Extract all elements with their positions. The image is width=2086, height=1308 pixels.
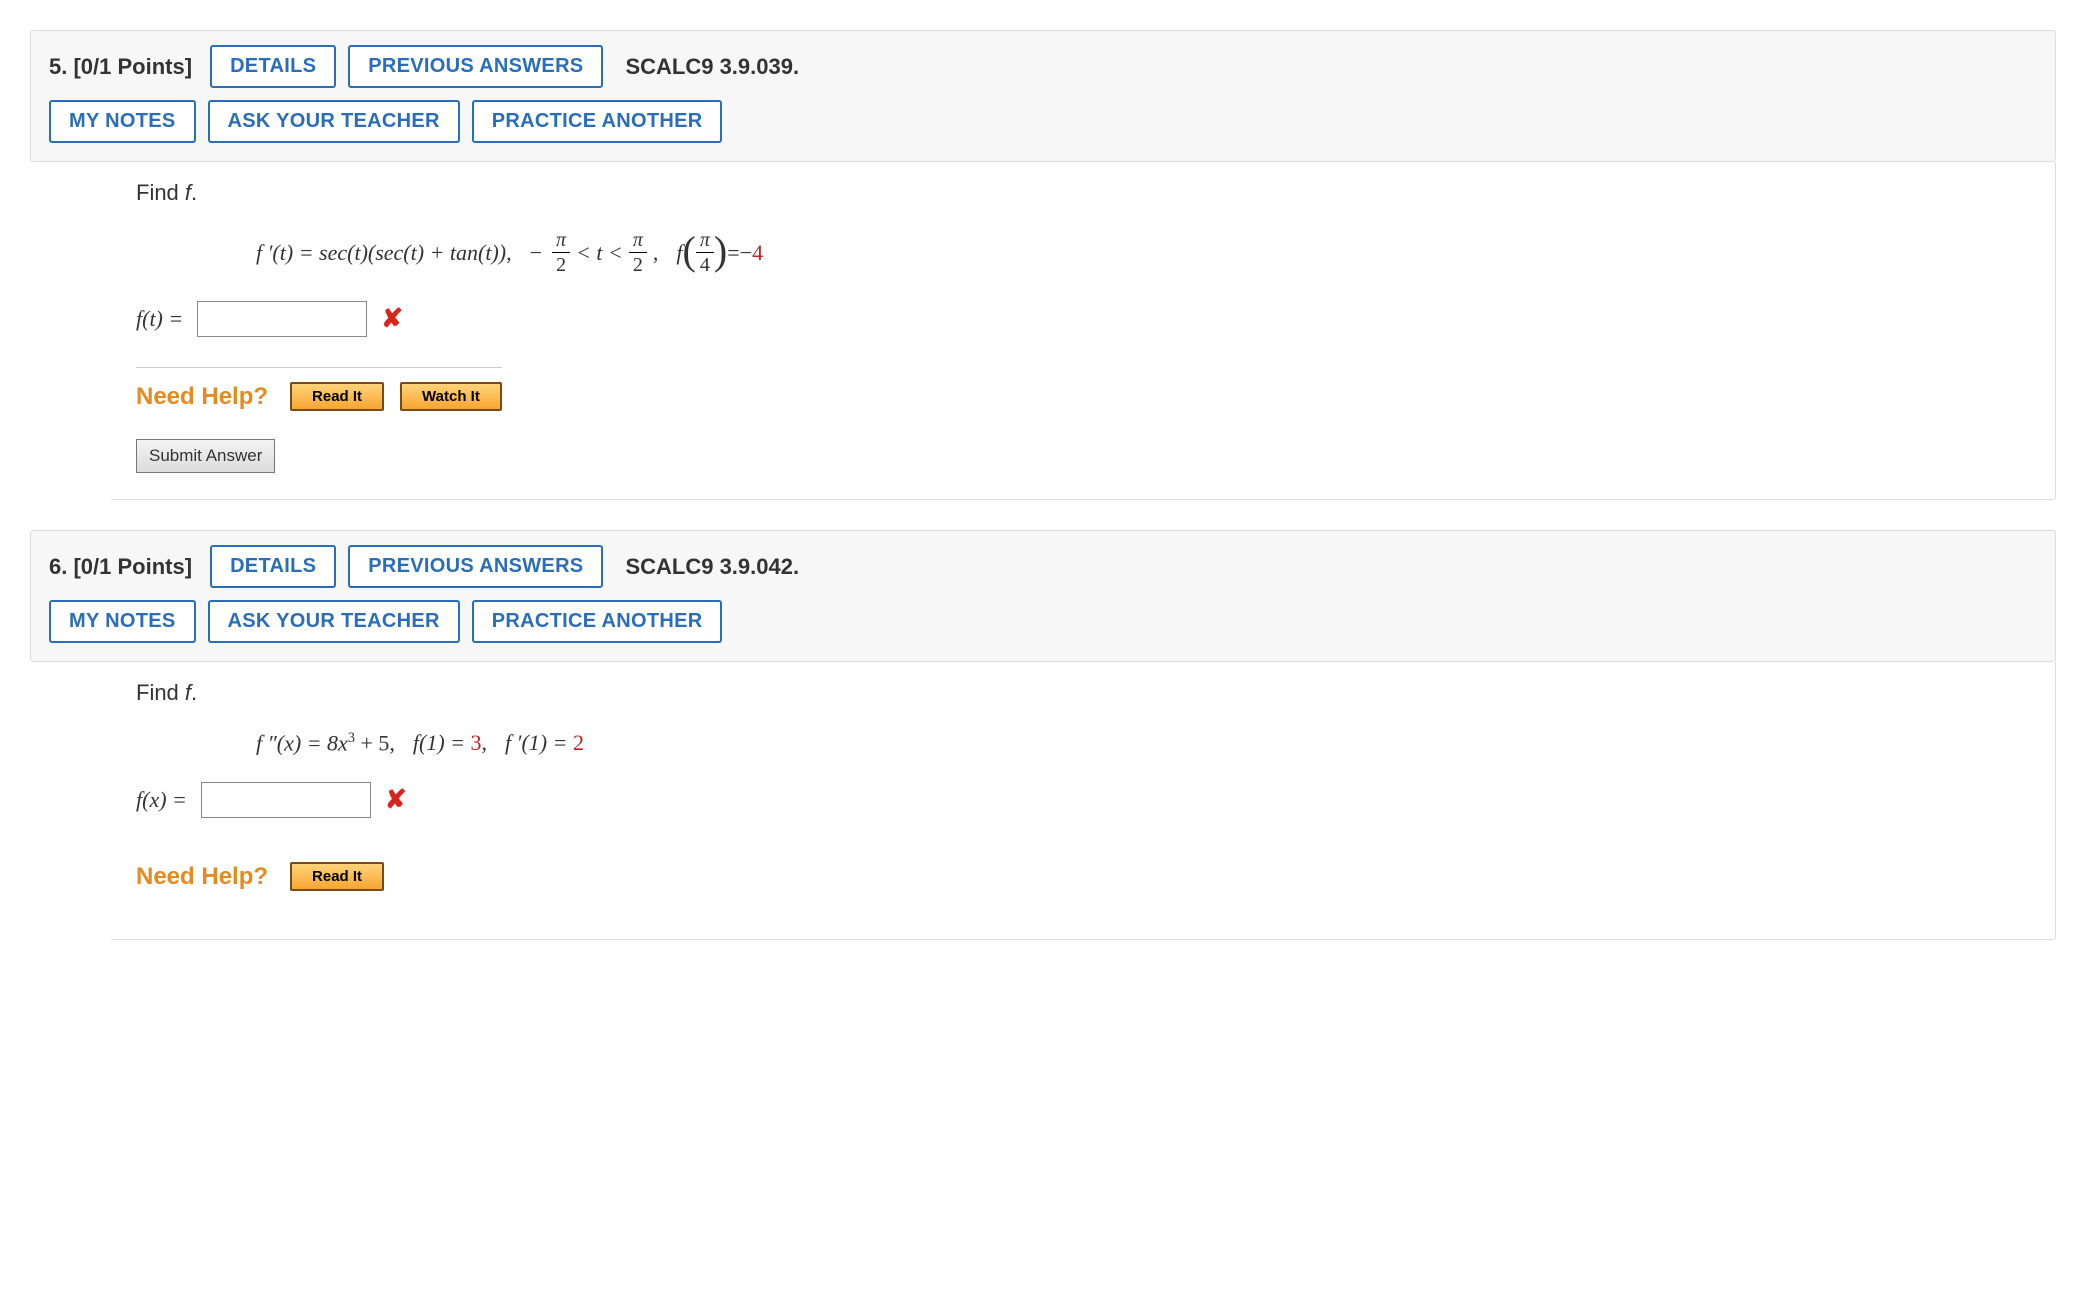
answer-input[interactable] [197,301,367,337]
question-5: 5. [0/1 Points] DETAILS PREVIOUS ANSWERS… [30,30,2056,500]
second-derivative-expr: f ″(x) = 8x3 + 5, [256,730,395,756]
practice-another-button[interactable]: PRACTICE ANOTHER [472,600,723,643]
answer-lhs: f(t) = [136,306,183,332]
previous-answers-button[interactable]: PREVIOUS ANSWERS [348,545,603,588]
details-button[interactable]: DETAILS [210,45,336,88]
question-body: Find f. f ′(t) = sec(t)(sec(t) + tan(t))… [110,162,2056,500]
question-body: Find f. f ″(x) = 8x3 + 5, f(1) = 3, f ′(… [110,662,2056,940]
my-notes-button[interactable]: MY NOTES [49,100,196,143]
ask-teacher-button[interactable]: ASK YOUR TEACHER [208,600,460,643]
ask-teacher-button[interactable]: ASK YOUR TEACHER [208,100,460,143]
watch-it-button[interactable]: Watch It [400,382,502,411]
my-notes-button[interactable]: MY NOTES [49,600,196,643]
question-6: 6. [0/1 Points] DETAILS PREVIOUS ANSWERS… [30,530,2056,940]
initial-condition: f ( π 4 ) = −4 [676,230,763,275]
details-button[interactable]: DETAILS [210,545,336,588]
question-number: 6. [0/1 Points] [49,554,192,580]
prompt-text: Find f. [136,680,2029,706]
condition-1: f(1) = 3, [413,730,487,756]
reference-label: SCALC9 3.9.042. [625,554,799,580]
practice-another-button[interactable]: PRACTICE ANOTHER [472,100,723,143]
need-help-label: Need Help? [136,863,268,891]
incorrect-icon: ✘ [385,785,407,815]
incorrect-icon: ✘ [381,304,403,334]
read-it-button[interactable]: Read It [290,862,384,891]
answer-row: f(t) = ✘ [136,301,2029,337]
answer-row: f(x) = ✘ [136,782,2029,818]
question-number: 5. [0/1 Points] [49,54,192,80]
prompt-text: Find f. [136,180,2029,206]
condition-2: f ′(1) = 2 [505,730,584,756]
question-header: 5. [0/1 Points] DETAILS PREVIOUS ANSWERS… [30,30,2056,162]
math-expression: f ″(x) = 8x3 + 5, f(1) = 3, f ′(1) = 2 [256,730,2029,756]
reference-label: SCALC9 3.9.039. [625,54,799,80]
interval-expr: − π 2 < t < π 2 , [530,230,659,275]
answer-input[interactable] [201,782,371,818]
derivative-expr: f ′(t) = sec(t)(sec(t) + tan(t)), [256,240,512,266]
need-help-label: Need Help? [136,383,268,411]
need-help-row: Need Help? Read It [136,848,384,891]
answer-lhs: f(x) = [136,787,187,813]
read-it-button[interactable]: Read It [290,382,384,411]
submit-answer-button[interactable]: Submit Answer [136,439,275,473]
previous-answers-button[interactable]: PREVIOUS ANSWERS [348,45,603,88]
math-expression: f ′(t) = sec(t)(sec(t) + tan(t)), − π 2 … [256,230,2029,275]
need-help-row: Need Help? Read It Watch It [136,367,502,411]
question-header: 6. [0/1 Points] DETAILS PREVIOUS ANSWERS… [30,530,2056,662]
